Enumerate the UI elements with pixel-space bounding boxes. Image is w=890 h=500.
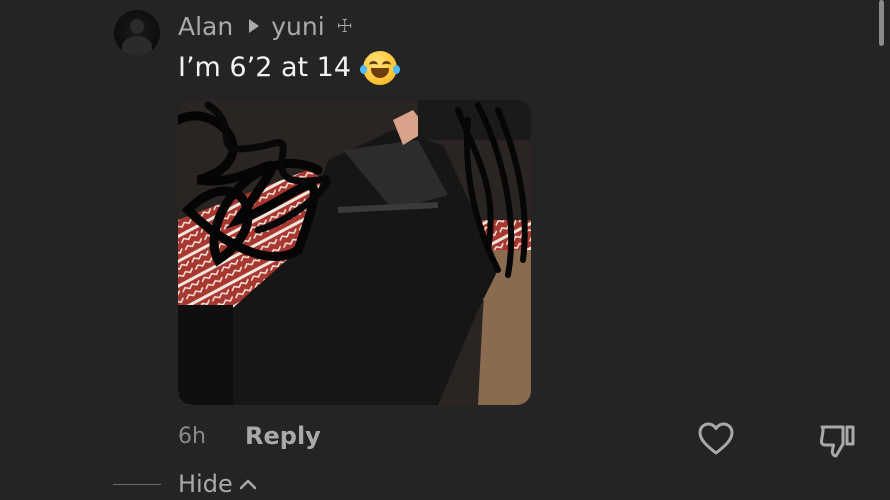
scrollbar[interactable] bbox=[879, 0, 884, 46]
avatar[interactable] bbox=[114, 10, 160, 56]
comment-text: I’m 6’2 at 14 bbox=[178, 52, 352, 83]
photo-image bbox=[178, 100, 531, 405]
avatar-head bbox=[130, 19, 144, 34]
dislike-button[interactable] bbox=[817, 420, 857, 460]
hide-replies-toggle[interactable]: Hide bbox=[178, 470, 257, 498]
reply-to-name[interactable]: yuni bbox=[271, 12, 324, 41]
comment-thread: Alan yuni ☩ I’m 6’2 at 14 6h Reply Hide bbox=[0, 0, 890, 500]
thread-divider bbox=[113, 484, 161, 485]
comment-photo[interactable] bbox=[178, 100, 531, 405]
reply-arrow-icon bbox=[249, 19, 260, 33]
comment-time: 6h bbox=[178, 424, 206, 449]
like-button[interactable] bbox=[697, 420, 735, 458]
comment-body: I’m 6’2 at 14 bbox=[178, 50, 401, 86]
hide-label: Hide bbox=[178, 470, 233, 498]
comment-header: Alan yuni ☩ bbox=[178, 10, 353, 42]
reply-button[interactable]: Reply bbox=[245, 422, 321, 450]
reply-to-symbol: ☩ bbox=[336, 15, 353, 37]
face-with-tears-of-joy-icon bbox=[360, 51, 401, 85]
author-name[interactable]: Alan bbox=[178, 12, 233, 41]
avatar-shoulders bbox=[122, 36, 152, 56]
thumbs-down-icon bbox=[819, 425, 855, 458]
chevron-up-icon bbox=[239, 479, 256, 490]
heart-outline-icon bbox=[698, 422, 734, 455]
